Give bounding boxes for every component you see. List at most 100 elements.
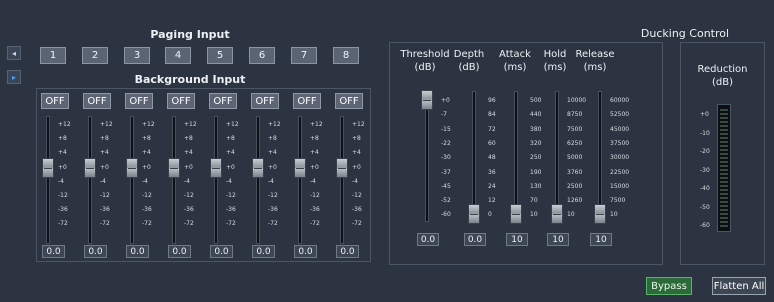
ducking-value-depth[interactable]: 0.0 [464,233,486,246]
ducking-scale-label: -37 [441,168,451,176]
paging-button-8[interactable]: 8 [333,47,359,64]
fader-knob-4[interactable] [168,157,180,178]
fader-scale-label: +8 [352,135,361,143]
fader-knob-2[interactable] [84,157,96,178]
fader-scale-label: +0 [268,163,277,171]
ducking-scale-label: 10 [567,211,575,219]
ducking-scale-label: 6250 [567,139,583,147]
reduction-meter [717,104,731,232]
fader-value-7[interactable]: 0.0 [294,245,317,258]
ducking-scale-label: -15 [441,125,451,133]
fader-value-5[interactable]: 0.0 [210,245,233,258]
collapse-tab[interactable]: ◂ [7,46,21,60]
ducking-scale-label: 24 [488,182,496,190]
fader-scale-label: -72 [268,220,278,228]
fader-track-8 [340,116,344,244]
off-button-3[interactable]: OFF [125,93,153,109]
ducking-value-release[interactable]: 10 [590,233,612,246]
fader-scale-label: +8 [58,135,67,143]
ducking-scale-label: -30 [441,154,451,162]
fader-value-4[interactable]: 0.0 [168,245,191,258]
fader-scale-label: +0 [58,163,67,171]
ducking-scale-label: -45 [441,182,451,190]
fader-value-1[interactable]: 0.0 [42,245,65,258]
ducking-scale-label: 500 [530,97,542,104]
fader-knob-8[interactable] [336,157,348,178]
off-button-4[interactable]: OFF [167,93,195,109]
ducking-knob-hold[interactable] [551,204,563,224]
ducking-scale-label: 130 [530,182,542,190]
meter-segment [720,225,728,227]
ducking-scale-label: 12 [488,197,496,205]
reduction-scale-label: -40 [700,185,710,192]
off-button-8[interactable]: OFF [335,93,363,109]
ducking-knob-release[interactable] [594,204,606,224]
fader-scale-label: -4 [268,177,274,185]
ducking-scale-label: 440 [530,111,542,119]
fader-scale-label: -4 [58,177,64,185]
meter-segment [720,113,728,115]
reduction-label: Reduction (dB) [697,64,748,88]
meter-segment [720,197,728,199]
ducking-value-threshold[interactable]: 0.0 [417,233,439,246]
fader-scale-label: -12 [226,192,236,199]
ducking-track-hold [555,91,559,222]
ducking-knob-threshold[interactable] [421,90,433,110]
fader-knob-6[interactable] [252,157,264,178]
fader-scale-label: -12 [142,192,152,199]
fader-value-3[interactable]: 0.0 [126,245,149,258]
fader-knob-7[interactable] [294,157,306,178]
fader-value-8[interactable]: 0.0 [336,245,359,258]
fader-value-6[interactable]: 0.0 [252,245,275,258]
reduction-scale-label: -30 [700,166,710,174]
paging-button-7[interactable]: 7 [291,47,317,64]
fader-knob-5[interactable] [210,157,222,178]
meter-segment [720,221,728,223]
ducking-value-hold[interactable]: 10 [547,233,569,246]
paging-button-5[interactable]: 5 [207,47,233,64]
fader-scale-label: +8 [100,135,109,143]
expand-tab[interactable]: ▸ [7,70,21,84]
fader-scale-label: -4 [184,177,190,185]
paging-button-1[interactable]: 1 [40,47,66,64]
ducking-scale-label: -7 [441,111,447,119]
paging-button-6[interactable]: 6 [249,47,275,64]
fader-scale-label: +12 [310,121,323,128]
fader-scale-label: -36 [268,206,278,214]
paging-button-3[interactable]: 3 [124,47,150,64]
ducking-scale-label: 96 [488,97,496,104]
fader-knob-1[interactable] [42,157,54,178]
fader-scale-label: +4 [268,149,277,157]
ducking-scale-label: 2500 [567,182,583,190]
off-button-6[interactable]: OFF [251,93,279,109]
ducking-scale-label: 45000 [610,125,630,133]
off-button-1[interactable]: OFF [41,93,69,109]
paging-button-4[interactable]: 4 [165,47,191,64]
ducking-knob-depth[interactable] [468,204,480,224]
off-button-7[interactable]: OFF [293,93,321,109]
fader-scale-label: +12 [226,121,239,128]
fader-track-4 [172,116,176,244]
fader-scale-label: +0 [226,163,235,171]
fader-scale-label: -72 [310,220,320,228]
meter-segment [720,213,728,215]
ducking-scale-label: 30000 [610,154,630,162]
ducking-knob-attack[interactable] [510,204,522,224]
fader-scale-label: -12 [310,192,320,199]
ducking-scale-label: 84 [488,111,496,119]
meter-segment [720,125,728,127]
fader-scale-label: +4 [226,149,235,157]
ducking-value-attack[interactable]: 10 [506,233,528,246]
fader-value-2[interactable]: 0.0 [84,245,107,258]
fader-scale-label: -72 [100,220,110,228]
ducking-scale-label: 1260 [567,197,583,205]
bypass-button[interactable]: Bypass [646,277,692,295]
flatten-all-button[interactable]: Flatten All [712,277,766,295]
fader-scale-label: -4 [352,177,358,185]
meter-segment [720,149,728,151]
paging-button-2[interactable]: 2 [82,47,108,64]
fader-knob-3[interactable] [126,157,138,178]
off-button-5[interactable]: OFF [209,93,237,109]
fader-scale-label: -36 [310,206,320,214]
off-button-2[interactable]: OFF [83,93,111,109]
